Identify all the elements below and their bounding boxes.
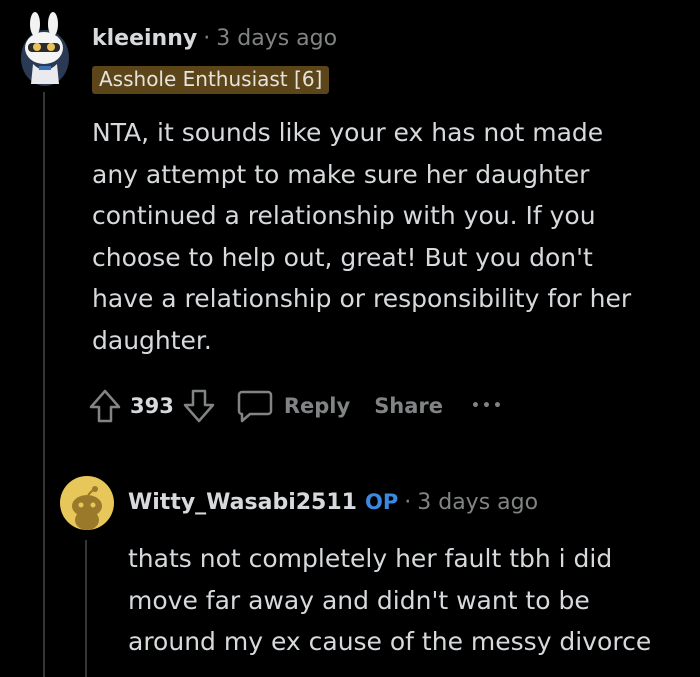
upvote-arrow-icon bbox=[89, 389, 121, 423]
comment-username[interactable]: kleeinny bbox=[92, 26, 197, 51]
reply-username[interactable]: Witty_Wasabi2511 bbox=[128, 490, 357, 515]
reply-timestamp[interactable]: 3 days ago bbox=[417, 490, 538, 515]
reply-button[interactable]: Reply bbox=[236, 388, 350, 424]
thread-line[interactable] bbox=[43, 92, 45, 677]
snoo-avatar-icon bbox=[72, 486, 102, 530]
reply-thread-line[interactable] bbox=[85, 540, 87, 677]
avatar-bunny-icon bbox=[21, 12, 69, 86]
user-avatar[interactable] bbox=[15, 10, 75, 90]
reply-meta: Witty_Wasabi2511 OP · 3 days ago bbox=[128, 490, 538, 515]
more-options-button[interactable]: ••• bbox=[471, 398, 504, 414]
reply-label: Reply bbox=[283, 394, 351, 418]
meta-separator: · bbox=[203, 26, 211, 51]
comment-timestamp[interactable]: 3 days ago bbox=[216, 26, 337, 51]
comment-actions: 393 Reply Share ••• bbox=[88, 386, 504, 426]
comment-meta: kleeinny · 3 days ago bbox=[92, 26, 337, 51]
reply-body: thats not completely her fault tbh i did… bbox=[128, 544, 652, 656]
upvote-button[interactable] bbox=[88, 388, 122, 424]
vote-score: 393 bbox=[130, 394, 174, 418]
comment-body: NTA, it sounds like your ex has not made… bbox=[92, 118, 632, 355]
reply-meta-separator: · bbox=[404, 490, 412, 515]
user-flair: Asshole Enthusiast [6] bbox=[92, 66, 330, 94]
share-button[interactable]: Share bbox=[374, 394, 443, 418]
downvote-arrow-icon bbox=[183, 389, 215, 423]
speech-bubble-icon bbox=[237, 390, 273, 423]
reply-user-avatar[interactable] bbox=[60, 476, 114, 530]
downvote-button[interactable] bbox=[182, 388, 216, 424]
op-badge: OP bbox=[364, 490, 399, 514]
